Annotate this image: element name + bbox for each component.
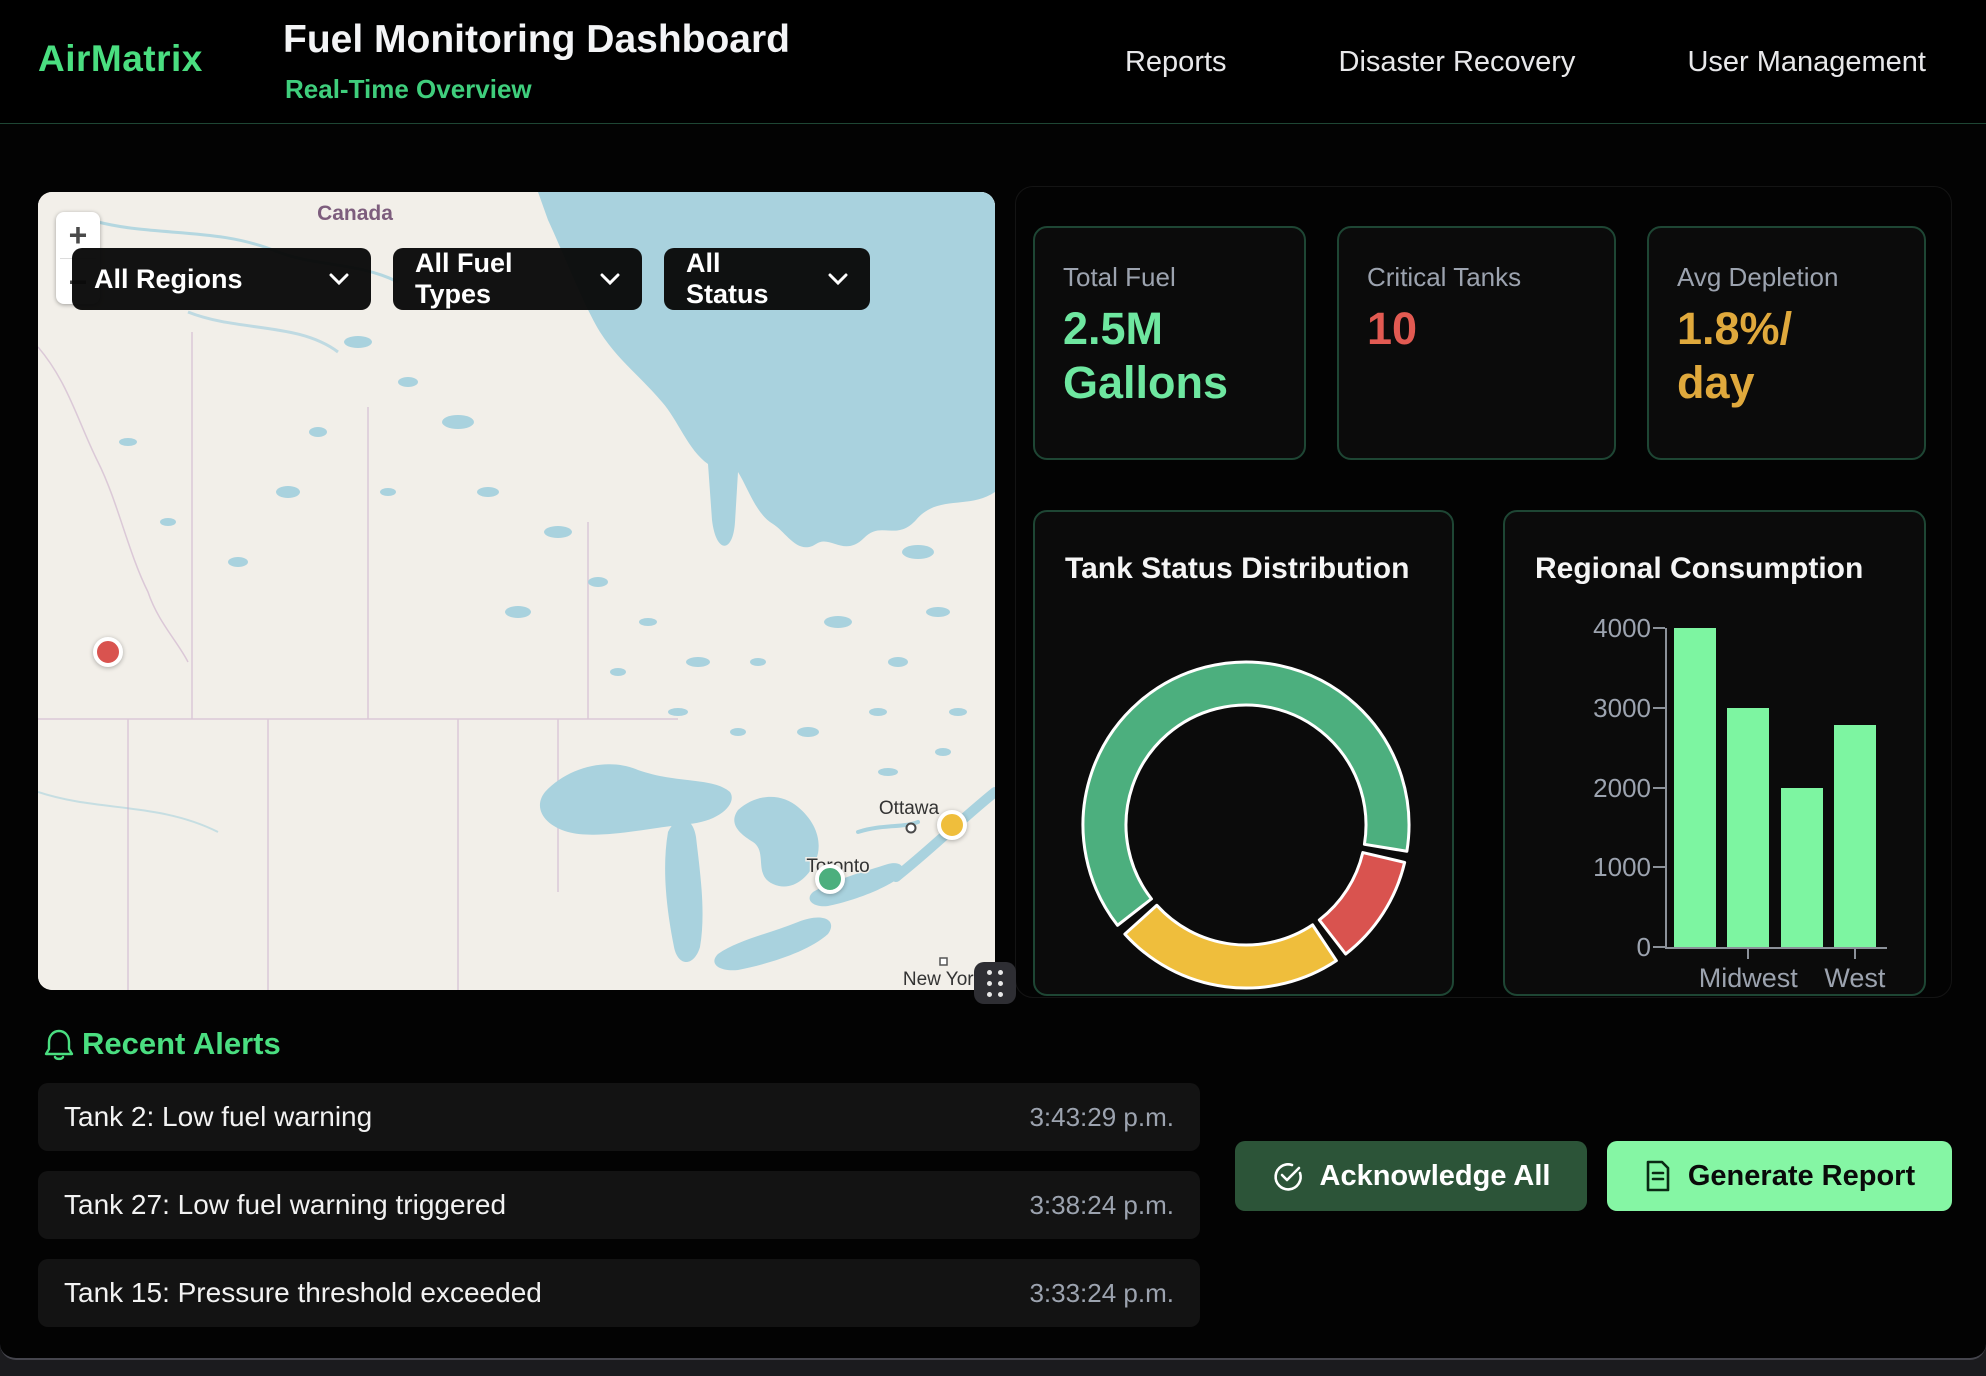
bar bbox=[1727, 708, 1769, 947]
donut-segment-warning bbox=[1125, 905, 1337, 988]
nav-item-reports[interactable]: Reports bbox=[1125, 46, 1227, 79]
tank-marker-normal[interactable] bbox=[815, 864, 845, 894]
x-tick-label: West bbox=[1785, 963, 1925, 994]
stat-value: 10 bbox=[1367, 302, 1417, 356]
chevron-down-icon bbox=[828, 273, 848, 286]
check-circle-icon bbox=[1272, 1160, 1304, 1192]
region-filter-dropdown[interactable]: All Regions bbox=[72, 248, 371, 310]
app-logo: AirMatrix bbox=[38, 38, 203, 80]
generate-report-label: Generate Report bbox=[1688, 1160, 1915, 1193]
stat-card-avg-depletion: Avg Depletion 1.8%/ day bbox=[1647, 226, 1926, 460]
regional-consumption-bar-chart: 01000200030004000MidwestWest bbox=[1505, 512, 1928, 998]
page-subtitle: Real-Time Overview bbox=[285, 74, 532, 105]
nav-item-disaster-recovery[interactable]: Disaster Recovery bbox=[1339, 46, 1576, 79]
chevron-down-icon bbox=[329, 273, 349, 286]
bell-icon bbox=[44, 1028, 74, 1067]
status-filter-value: All Status bbox=[686, 248, 810, 310]
header: AirMatrix Fuel Monitoring Dashboard Real… bbox=[0, 0, 1986, 124]
dashboard-app: AirMatrix Fuel Monitoring Dashboard Real… bbox=[0, 0, 1986, 1376]
x-tick-mark bbox=[1854, 949, 1856, 959]
y-tick-mark bbox=[1653, 866, 1665, 868]
main-container: AirMatrix Fuel Monitoring Dashboard Real… bbox=[0, 0, 1986, 1360]
bar bbox=[1834, 725, 1876, 947]
bar bbox=[1674, 628, 1716, 947]
fuel-type-filter-dropdown[interactable]: All Fuel Types bbox=[393, 248, 642, 310]
status-filter-dropdown[interactable]: All Status bbox=[664, 248, 870, 310]
alert-text: Tank 27: Low fuel warning triggered bbox=[64, 1189, 506, 1221]
y-axis-line bbox=[1665, 628, 1667, 949]
donut-segment-critical bbox=[1319, 853, 1404, 954]
metrics-panel: Total Fuel 2.5M Gallons Critical Tanks 1… bbox=[1015, 186, 1952, 998]
tank-marker-critical[interactable] bbox=[93, 637, 123, 667]
stat-label: Avg Depletion bbox=[1677, 262, 1838, 293]
map-resize-handle[interactable] bbox=[974, 962, 1016, 1004]
tank-status-donut-chart bbox=[1035, 512, 1456, 998]
newyork-town-dot bbox=[940, 958, 947, 965]
acknowledge-all-button[interactable]: Acknowledge All bbox=[1235, 1141, 1587, 1211]
region-filter-value: All Regions bbox=[94, 264, 243, 295]
alert-row[interactable]: Tank 15: Pressure threshold exceeded 3:3… bbox=[38, 1259, 1200, 1327]
map-label-newyork: New York bbox=[903, 969, 984, 990]
y-tick-label: 4000 bbox=[1531, 613, 1651, 644]
y-tick-mark bbox=[1653, 627, 1665, 629]
generate-report-button[interactable]: Generate Report bbox=[1607, 1141, 1952, 1211]
stat-label: Total Fuel bbox=[1063, 262, 1176, 293]
map-canvas[interactable]: Canada Ottawa Toronto New York bbox=[38, 192, 995, 990]
bar bbox=[1781, 788, 1823, 948]
stat-label: Critical Tanks bbox=[1367, 262, 1521, 293]
map-filters: All Regions All Fuel Types All Status bbox=[72, 248, 870, 310]
alerts-section-title: Recent Alerts bbox=[82, 1026, 281, 1062]
alert-timestamp: 3:43:29 p.m. bbox=[1029, 1102, 1174, 1133]
alert-row[interactable]: Tank 27: Low fuel warning triggered 3:38… bbox=[38, 1171, 1200, 1239]
y-tick-mark bbox=[1653, 787, 1665, 789]
document-icon bbox=[1644, 1160, 1672, 1192]
tank-marker-warning[interactable] bbox=[937, 810, 967, 840]
y-tick-label: 1000 bbox=[1531, 852, 1651, 883]
top-nav: Reports Disaster Recovery User Managemen… bbox=[1125, 0, 1926, 124]
alert-text: Tank 2: Low fuel warning bbox=[64, 1101, 372, 1133]
x-tick-mark bbox=[1747, 949, 1749, 959]
alert-text: Tank 15: Pressure threshold exceeded bbox=[64, 1277, 542, 1309]
tank-status-chart-card: Tank Status Distribution bbox=[1033, 510, 1454, 996]
alert-row[interactable]: Tank 2: Low fuel warning 3:43:29 p.m. bbox=[38, 1083, 1200, 1151]
stat-value: 1.8%/ day bbox=[1677, 302, 1792, 410]
y-tick-mark bbox=[1653, 707, 1665, 709]
nav-item-user-management[interactable]: User Management bbox=[1687, 46, 1926, 79]
stat-card-total-fuel: Total Fuel 2.5M Gallons bbox=[1033, 226, 1306, 460]
alert-timestamp: 3:38:24 p.m. bbox=[1029, 1190, 1174, 1221]
y-tick-mark bbox=[1653, 946, 1665, 948]
stat-card-critical-tanks: Critical Tanks 10 bbox=[1337, 226, 1616, 460]
stat-value: 2.5M Gallons bbox=[1063, 302, 1228, 410]
y-tick-label: 0 bbox=[1531, 932, 1651, 963]
alert-timestamp: 3:33:24 p.m. bbox=[1029, 1278, 1174, 1309]
y-tick-label: 3000 bbox=[1531, 693, 1651, 724]
map-panel: Canada Ottawa Toronto New York + − All R… bbox=[38, 192, 995, 990]
map-label-ottawa: Ottawa bbox=[879, 798, 940, 819]
map-label-canada: Canada bbox=[317, 202, 393, 225]
map-basemap: Canada Ottawa Toronto New York bbox=[38, 192, 995, 990]
page-title: Fuel Monitoring Dashboard bbox=[283, 18, 790, 62]
chevron-down-icon bbox=[600, 273, 620, 286]
acknowledge-all-label: Acknowledge All bbox=[1320, 1160, 1551, 1193]
regional-consumption-chart-card: Regional Consumption 01000200030004000Mi… bbox=[1503, 510, 1926, 996]
y-tick-label: 2000 bbox=[1531, 773, 1651, 804]
ottawa-town-dot bbox=[907, 824, 916, 833]
fuel-type-filter-value: All Fuel Types bbox=[415, 248, 582, 310]
